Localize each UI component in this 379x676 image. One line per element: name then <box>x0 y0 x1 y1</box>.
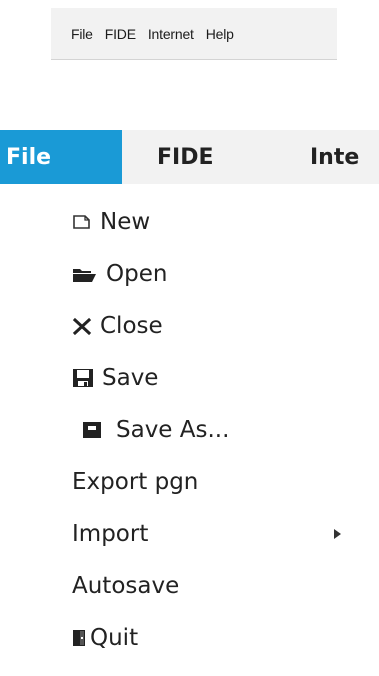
menu-tab-file-label: File <box>6 144 52 170</box>
menu-tab-internet-label: Inte <box>310 144 360 170</box>
menu-tab-file[interactable]: File <box>0 130 122 184</box>
menu-item-new-label: New <box>100 209 151 235</box>
menu-item-save-as-label: Save As... <box>116 417 230 443</box>
menu-item-save-as[interactable]: Save As... <box>72 404 379 456</box>
menu-item-save-label: Save <box>102 365 159 391</box>
menu-tab-fide-label: FIDE <box>157 144 214 170</box>
menu-item-quit[interactable]: Quit <box>72 612 379 664</box>
close-icon <box>72 317 92 335</box>
menu-item-new[interactable]: New <box>72 196 379 248</box>
small-menu-internet[interactable]: Internet <box>148 26 194 42</box>
menu-tab-internet[interactable]: Inte <box>276 130 359 184</box>
small-menu-help[interactable]: Help <box>206 26 234 42</box>
quit-door-icon <box>72 628 86 648</box>
small-menu-file[interactable]: File <box>71 26 93 42</box>
small-menubar: File FIDE Internet Help <box>51 8 337 60</box>
main-menubar: File FIDE Inte <box>0 130 379 184</box>
open-folder-icon <box>72 265 98 283</box>
save-as-icon <box>82 421 102 439</box>
menu-item-close-label: Close <box>100 313 163 339</box>
menu-item-import-label: Import <box>72 521 149 547</box>
menu-item-save[interactable]: Save <box>72 352 379 404</box>
new-file-icon <box>72 214 92 230</box>
menu-item-export-pgn[interactable]: Export pgn <box>72 456 379 508</box>
menu-item-autosave[interactable]: Autosave <box>72 560 379 612</box>
file-menu-dropdown: New Open Close Save Save As... Export pg… <box>0 184 379 676</box>
menu-item-export-pgn-label: Export pgn <box>72 469 199 495</box>
menu-tab-fide[interactable]: FIDE <box>122 130 276 184</box>
menu-item-import[interactable]: Import <box>72 508 379 560</box>
save-icon <box>72 368 94 388</box>
menu-item-close[interactable]: Close <box>72 300 379 352</box>
menu-item-quit-label: Quit <box>90 625 139 651</box>
small-menu-fide[interactable]: FIDE <box>105 26 136 42</box>
menu-item-autosave-label: Autosave <box>72 573 180 599</box>
menu-item-open[interactable]: Open <box>72 248 379 300</box>
menu-item-open-label: Open <box>106 261 168 287</box>
submenu-arrow-icon <box>334 529 341 539</box>
